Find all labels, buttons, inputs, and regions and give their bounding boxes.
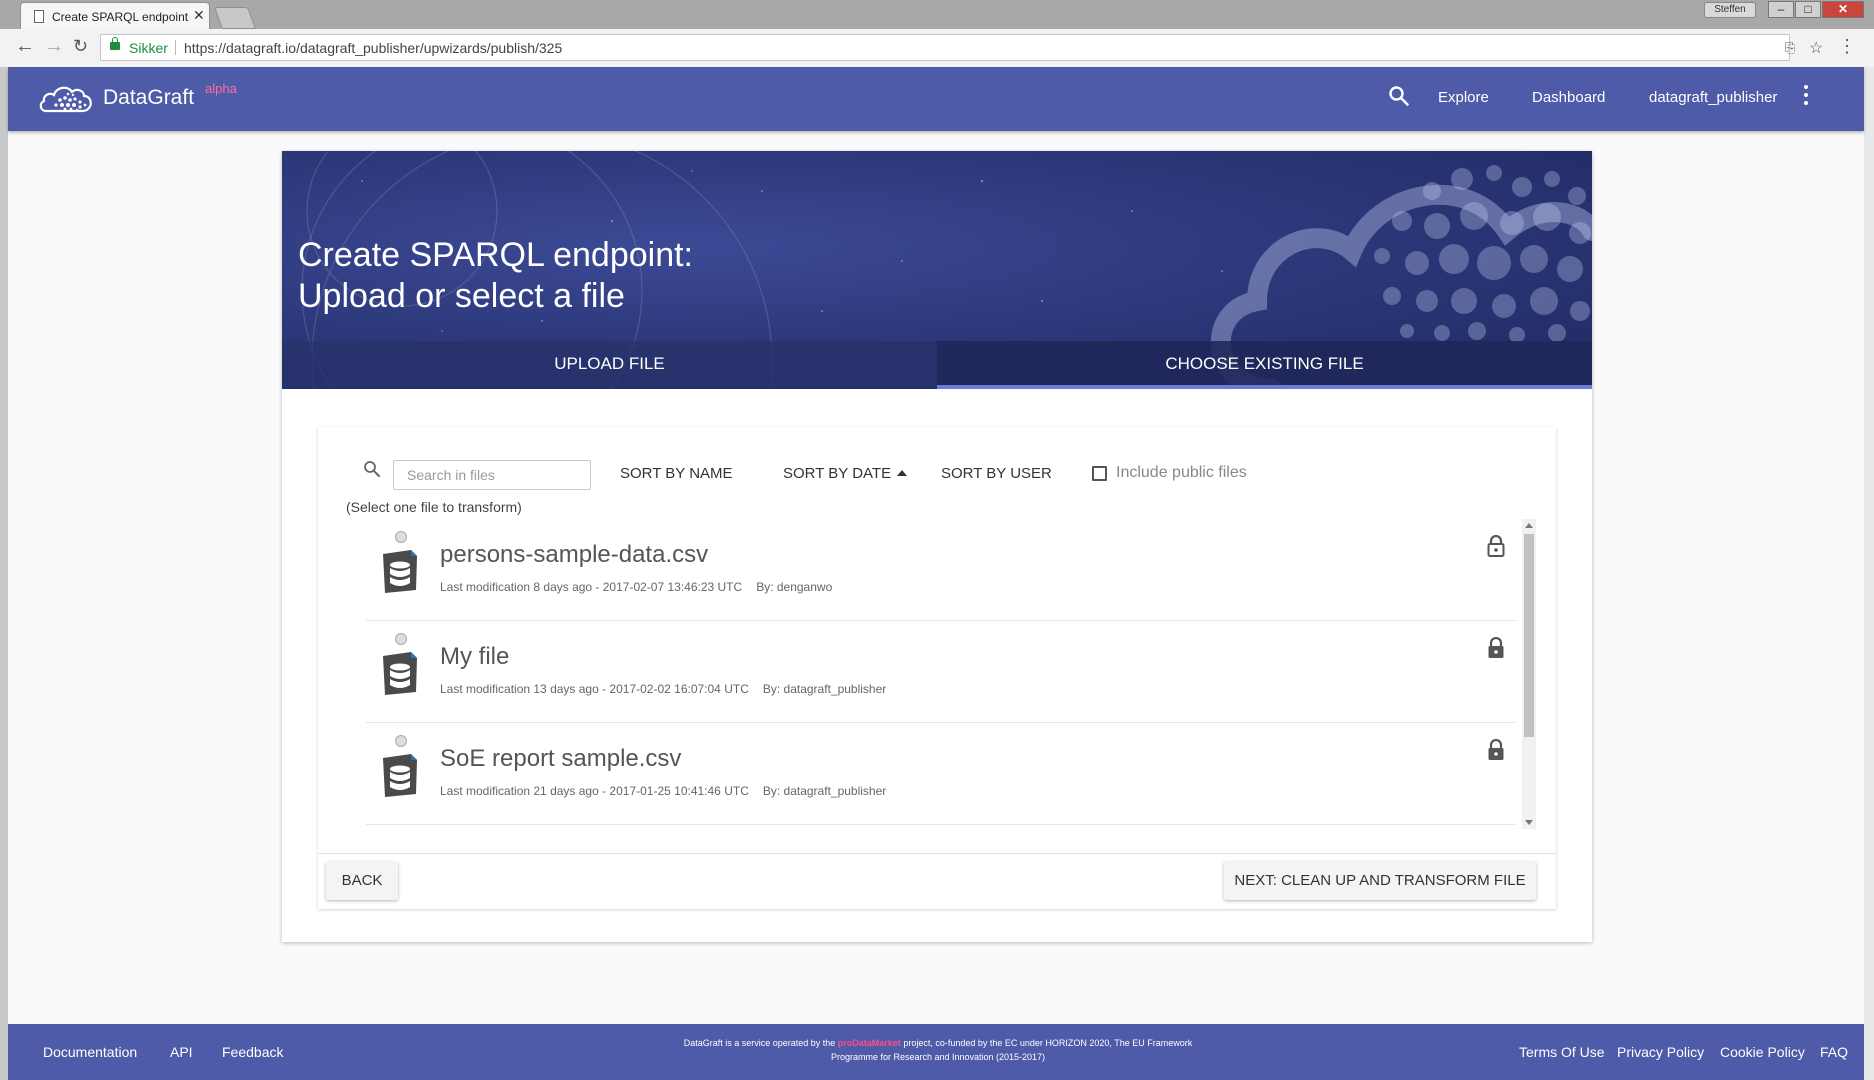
- sort-by-user-button[interactable]: SORT BY USER: [941, 465, 1052, 482]
- more-vert-icon[interactable]: [1804, 85, 1808, 109]
- footer-link-feedback[interactable]: Feedback: [222, 1044, 283, 1060]
- unlocked-padlock-icon[interactable]: [1487, 535, 1505, 557]
- funding-text-start: DataGraft is a service operated by the: [683, 1038, 838, 1048]
- window-close-icon[interactable]: ✕: [1822, 1, 1864, 18]
- file-select-radio[interactable]: [395, 531, 407, 543]
- nav-explore[interactable]: Explore: [1438, 89, 1489, 106]
- file-meta: Last modification 21 days ago - 2017-01-…: [440, 784, 886, 798]
- translate-icon[interactable]: ⎘: [1785, 40, 1795, 56]
- brand-name[interactable]: DataGraft: [103, 86, 194, 110]
- footer-link-faq[interactable]: FAQ: [1820, 1044, 1848, 1060]
- app-footer: Documentation API Feedback DataGraft is …: [8, 1024, 1864, 1080]
- tab-choose-existing-file[interactable]: CHOOSE EXISTING FILE: [937, 341, 1592, 389]
- forward-arrow-icon[interactable]: →: [44, 35, 64, 58]
- source-tabs: UPLOAD FILE CHOOSE EXISTING FILE: [282, 341, 1592, 389]
- secure-lock-icon: [110, 37, 120, 50]
- minimize-icon[interactable]: –: [1768, 1, 1794, 18]
- next-clean-up-button[interactable]: NEXT: CLEAN UP AND TRANSFORM FILE: [1224, 862, 1536, 900]
- file-name[interactable]: persons-sample-data.csv: [440, 541, 708, 569]
- file-name[interactable]: SoE report sample.csv: [440, 745, 681, 773]
- divider: [175, 40, 176, 55]
- database-file-icon: [383, 754, 417, 797]
- scroll-up-arrow-icon[interactable]: [1525, 523, 1533, 528]
- selection-hint: (Select one file to transform): [346, 499, 522, 515]
- tab-title: Create SPARQL endpoint: [52, 10, 189, 24]
- database-file-icon: [383, 652, 417, 695]
- new-tab-button[interactable]: [213, 7, 257, 29]
- browser-tab[interactable]: Create SPARQL endpoint ✕: [20, 2, 210, 29]
- wizard-card: Create SPARQL endpoint: Upload or select…: [282, 151, 1592, 942]
- database-file-icon: [383, 550, 417, 593]
- footer-link-documentation[interactable]: Documentation: [43, 1044, 137, 1060]
- file-list: persons-sample-data.csv Last modificatio…: [366, 519, 1516, 829]
- url-text[interactable]: https://datagraft.io/datagraft_publisher…: [184, 40, 562, 56]
- window-left-edge: [0, 67, 8, 1080]
- prodatamarket-link[interactable]: proDataMarket: [838, 1038, 901, 1048]
- file-modified: Last modification 8 days ago - 2017-02-0…: [440, 580, 743, 594]
- footer-link-api[interactable]: API: [170, 1044, 193, 1060]
- browser-menu-icon[interactable]: ⋮: [1838, 36, 1856, 57]
- file-owner: By: datagraft_publisher: [762, 784, 887, 798]
- include-public-label[interactable]: Include public files: [1116, 464, 1247, 482]
- bookmark-star-icon[interactable]: ☆: [1809, 38, 1823, 58]
- close-tab-icon[interactable]: ✕: [193, 7, 205, 24]
- locked-padlock-icon[interactable]: [1487, 739, 1505, 761]
- file-row[interactable]: SoE report sample.csv Last modification …: [366, 723, 1516, 825]
- footer-link-terms[interactable]: Terms Of Use: [1519, 1044, 1605, 1060]
- maximize-icon[interactable]: □: [1795, 1, 1821, 18]
- datagraft-logo-icon[interactable]: [38, 81, 94, 115]
- back-button[interactable]: BACK: [326, 862, 398, 900]
- reload-icon[interactable]: ↻: [73, 36, 88, 57]
- footer-link-cookies[interactable]: Cookie Policy: [1720, 1044, 1805, 1060]
- file-row[interactable]: persons-sample-data.csv Last modificatio…: [366, 519, 1516, 621]
- include-public-checkbox[interactable]: [1092, 466, 1107, 481]
- sort-by-date-button[interactable]: SORT BY DATE: [783, 465, 908, 482]
- wizard-hero: Create SPARQL endpoint: Upload or select…: [282, 151, 1592, 389]
- scroll-down-arrow-icon[interactable]: [1525, 820, 1533, 825]
- page-icon: [34, 10, 44, 23]
- file-row[interactable]: My file Last modification 13 days ago - …: [366, 621, 1516, 723]
- file-meta: Last modification 8 days ago - 2017-02-0…: [440, 580, 832, 594]
- footer-funding-notice: DataGraft is a service operated by the p…: [673, 1036, 1203, 1064]
- file-owner: By: datagraft_publisher: [762, 682, 887, 696]
- file-owner: By: denganwo: [756, 580, 833, 594]
- sort-by-date-label: SORT BY DATE: [783, 465, 892, 482]
- file-meta: Last modification 13 days ago - 2017-02-…: [440, 682, 886, 696]
- window-right-edge: [1864, 67, 1874, 1080]
- tab-upload-file[interactable]: UPLOAD FILE: [282, 341, 937, 389]
- file-select-radio[interactable]: [395, 735, 407, 747]
- file-search-input[interactable]: [393, 460, 591, 490]
- nav-dashboard[interactable]: Dashboard: [1532, 89, 1605, 106]
- sort-by-name-button[interactable]: SORT BY NAME: [620, 465, 733, 482]
- back-arrow-icon[interactable]: ←: [15, 35, 35, 58]
- search-icon[interactable]: [1388, 85, 1410, 107]
- brand-alpha-badge: alpha: [205, 81, 237, 96]
- secure-label: Sikker: [129, 40, 168, 56]
- profile-badge[interactable]: Steffen: [1704, 2, 1756, 18]
- page-title-line-1: Create SPARQL endpoint:: [298, 236, 694, 274]
- file-modified: Last modification 21 days ago - 2017-01-…: [440, 784, 749, 798]
- page-title: Create SPARQL endpoint: Upload or select…: [298, 235, 693, 317]
- sort-ascending-icon: [897, 470, 908, 476]
- locked-padlock-icon[interactable]: [1487, 637, 1505, 659]
- footer-link-privacy[interactable]: Privacy Policy: [1617, 1044, 1704, 1060]
- browser-toolbar: ← → ↻ Sikker https://datagraft.io/datagr…: [0, 29, 1874, 68]
- wizard-actions: BACK NEXT: CLEAN UP AND TRANSFORM FILE: [318, 853, 1556, 910]
- page-title-line-2: Upload or select a file: [298, 277, 625, 315]
- file-name[interactable]: My file: [440, 643, 509, 671]
- scrollbar-thumb[interactable]: [1524, 534, 1534, 737]
- nav-user[interactable]: datagraft_publisher: [1649, 89, 1777, 106]
- search-icon: [364, 461, 380, 477]
- browser-tab-strip: Create SPARQL endpoint ✕ Steffen – □ ✕: [0, 0, 1874, 29]
- file-list-scrollbar[interactable]: [1522, 519, 1536, 829]
- file-chooser-panel: SORT BY NAME SORT BY DATE SORT BY USER I…: [318, 427, 1556, 909]
- file-select-radio[interactable]: [395, 633, 407, 645]
- address-bar[interactable]: Sikker https://datagraft.io/datagraft_pu…: [100, 34, 1823, 61]
- app-header: DataGraft alpha Explore Dashboard datagr…: [8, 67, 1864, 131]
- file-modified: Last modification 13 days ago - 2017-02-…: [440, 682, 749, 696]
